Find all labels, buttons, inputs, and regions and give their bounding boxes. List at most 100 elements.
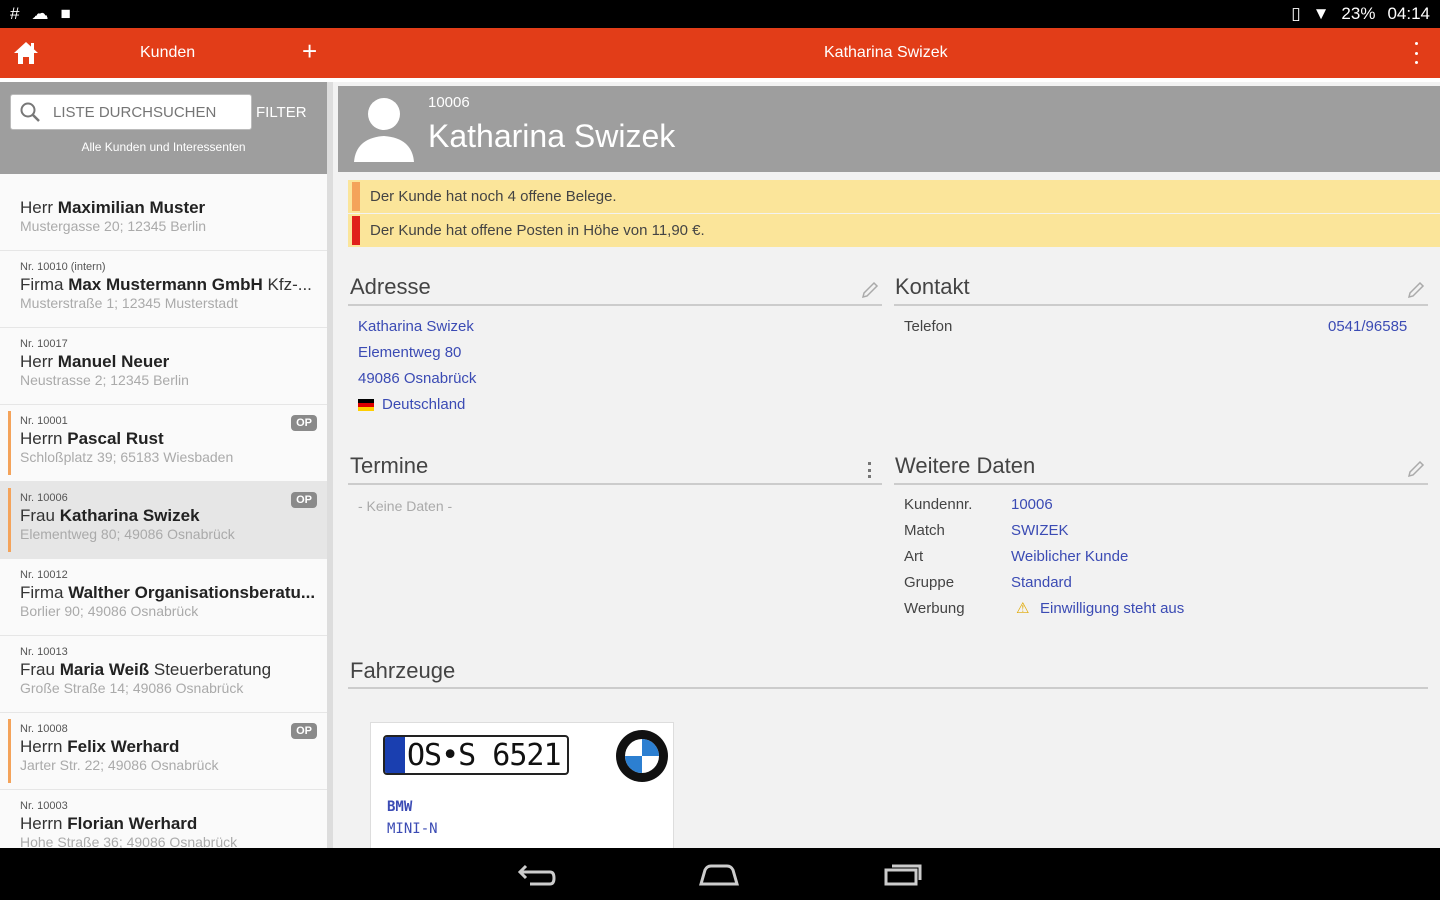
more-data-value[interactable]: Weiblicher Kunde [1011, 548, 1128, 565]
customer-item-address: Neustrasse 2; 12345 Berlin [20, 372, 189, 388]
list-subtitle: Alle Kunden und Interessenten [81, 140, 246, 154]
license-plate: OS•S 6521 [383, 735, 569, 775]
customer-item-name: Frau Katharina Swizek [20, 506, 320, 526]
vibrate-icon: ▯ [1291, 4, 1301, 23]
selected-customer-title: Katharina Swizek [824, 44, 948, 61]
customer-list-item[interactable]: Nr. 10013 Frau Maria Weiß Steuerberatung G… [0, 636, 327, 713]
add-customer-icon[interactable]: + [302, 38, 317, 64]
system-nav-bar [0, 848, 1440, 900]
overflow-menu-icon[interactable] [1408, 42, 1424, 64]
customer-detail: 10006 Katharina Swizek Der Kunde hat noc… [338, 82, 1440, 848]
address-street[interactable]: Elementweg 80 [358, 344, 461, 361]
customer-item-address: Hohe Straße 36; 49086 Osnabrück [20, 834, 238, 848]
edit-address-pencil-icon[interactable] [860, 280, 880, 300]
customer-item-number: Nr. 10012 [20, 569, 68, 581]
section-divider [348, 687, 1428, 689]
warning-icon: ⚠ [1016, 600, 1030, 617]
alert-text: Der Kunde hat offene Posten in Höhe von … [370, 222, 705, 239]
open-items-badge: OP [291, 492, 317, 508]
customer-item-name: Herr Maximilian Muster [20, 198, 320, 218]
customer-item-address: Schloßplatz 39; 65183 Wiesbaden [20, 449, 234, 465]
more-data-value[interactable]: Einwilligung steht aus [1040, 600, 1184, 617]
customer-list-item[interactable]: Nr. 10010 (intern) Firma Max Mustermann G… [0, 251, 327, 328]
customer-item-fullname: Maximilian Muster [57, 198, 206, 217]
customer-item-number: Nr. 10013 [20, 646, 68, 658]
customer-item-number: Nr. 10010 (intern) [20, 261, 106, 273]
more-data-label: Gruppe [904, 574, 955, 591]
customer-item-name: Frau Maria Weiß Steuerberatung [20, 660, 320, 680]
appointments-empty: - Keine Daten - [358, 498, 453, 514]
customer-item-salutation: Herr [20, 352, 54, 371]
address-title: Adresse [350, 274, 431, 299]
customer-list-item[interactable]: Nr. 10017 Herr Manuel Neuer Neustrasse 2;… [0, 328, 327, 405]
more-data-value[interactable]: 10006 [1011, 496, 1053, 513]
more-data-value[interactable]: Standard [1011, 574, 1072, 591]
edit-more-data-pencil-icon[interactable] [1406, 459, 1426, 479]
status-bar: # ☁ ■ ▯ ▼ 23% 04:14 [0, 0, 1440, 28]
customer-item-fullname: Manuel Neuer [57, 352, 170, 371]
wifi-icon: ▼ [1312, 4, 1330, 23]
customer-number: 10006 [428, 94, 470, 111]
alert-open-documents[interactable]: Der Kunde hat noch 4 offene Belege. [348, 180, 1440, 213]
address-name[interactable]: Katharina Swizek [358, 318, 474, 335]
alert-marker [352, 182, 360, 211]
list-header: FILTER Alle Kunden und Interessenten [0, 82, 327, 174]
vehicle-model: MINI-N [387, 821, 438, 837]
customer-item-address: Borlier 90; 49086 Osnabrück [20, 603, 199, 619]
customer-item-salutation: Firma [20, 583, 64, 602]
customer-item-salutation: Frau [20, 660, 55, 679]
customer-item-address: Jarter Str. 22; 49086 Osnabrück [20, 757, 219, 773]
customer-header: 10006 Katharina Swizek [338, 86, 1440, 172]
customer-list-item[interactable]: Nr. 10006 Frau Katharina Swizek Elementwe… [0, 482, 327, 559]
clock: 04:14 [1387, 4, 1430, 23]
home-icon[interactable] [12, 40, 40, 66]
customer-list: Herr Maximilian Muster Mustergasse 20; 1… [0, 174, 327, 848]
back-icon[interactable] [516, 860, 558, 888]
customer-list-item[interactable]: Nr. 10008 Herrn Felix Werhard Jarter Str.… [0, 713, 327, 790]
appointments-title: Termine [350, 453, 429, 478]
germany-flag-icon [358, 399, 374, 411]
home-nav-icon[interactable] [697, 860, 741, 888]
customer-item-fullname: Florian Werhard [67, 814, 198, 833]
customer-item-suffix: Kfz-... [267, 275, 312, 294]
customer-item-salutation: Firma [20, 275, 64, 294]
customer-item-name: Firma Max Mustermann GmbH Kfz-... [20, 275, 320, 295]
customer-list-item[interactable]: Nr. 10012 Firma Walther Organisationsbera… [0, 559, 327, 636]
vehicle-card[interactable]: OS•S 6521 BMW MINI-N [370, 722, 674, 848]
notification-image-icon: ■ [60, 4, 71, 23]
more-data-value[interactable]: SWIZEK [1011, 522, 1069, 539]
address-city[interactable]: 49086 Osnabrück [358, 370, 476, 387]
search-box[interactable] [10, 94, 252, 130]
alert-open-items[interactable]: Der Kunde hat offene Posten in Höhe von … [348, 214, 1440, 247]
phone-value[interactable]: 0541/96585 [1328, 318, 1407, 335]
address-country[interactable]: Deutschland [382, 396, 465, 413]
customer-item-number: Nr. 10017 [20, 338, 68, 350]
filter-button[interactable]: FILTER [256, 104, 307, 121]
search-input[interactable] [51, 102, 241, 122]
section-divider [348, 304, 882, 306]
customer-item-fullname: Walther Organisationsberatu... [68, 583, 316, 602]
customer-item-name: Herrn Florian Werhard [20, 814, 320, 834]
alert-text: Der Kunde hat noch 4 offene Belege. [370, 188, 617, 205]
customer-list-item[interactable]: Herr Maximilian Muster Mustergasse 20; 1… [0, 174, 327, 251]
bmw-logo-icon [616, 730, 668, 782]
customer-item-name: Herrn Felix Werhard [20, 737, 320, 757]
contact-title: Kontakt [895, 274, 970, 299]
recent-apps-icon[interactable] [882, 860, 924, 888]
customer-item-salutation: Frau [20, 506, 55, 525]
customer-item-fullname: Pascal Rust [67, 429, 164, 448]
customer-item-fullname: Katharina Swizek [59, 506, 200, 525]
appointments-menu-icon[interactable] [868, 462, 872, 478]
customer-item-name: Herr Manuel Neuer [20, 352, 320, 372]
more-data-label: Art [904, 548, 924, 565]
customer-item-address: Mustergasse 20; 12345 Berlin [20, 218, 206, 234]
edit-contact-pencil-icon[interactable] [1406, 280, 1426, 300]
customer-list-item[interactable]: Nr. 10001 Herrn Pascal Rust Schloßplatz 3… [0, 405, 327, 482]
customer-item-fullname: Max Mustermann GmbH [68, 275, 263, 294]
vehicles-title: Fahrzeuge [350, 658, 456, 683]
more-data-title: Weitere Daten [895, 453, 1036, 478]
notification-hash-icon: # [10, 4, 20, 23]
customer-name: Katharina Swizek [428, 118, 676, 154]
customer-list-item[interactable]: Nr. 10003 Herrn Florian Werhard Hohe Stra… [0, 790, 327, 848]
customer-item-number: Nr. 10001 [20, 415, 68, 427]
